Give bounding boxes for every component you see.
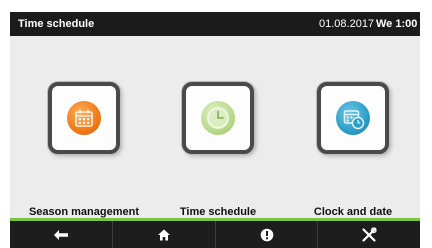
time-schedule-button[interactable] (182, 82, 254, 154)
clock-and-date-button[interactable] (317, 82, 389, 154)
date-display: 01.08.2017 (319, 18, 375, 30)
tools-icon (362, 227, 377, 242)
clock-and-date-label: Clock and date (313, 206, 393, 218)
calendar-clock-icon (336, 101, 370, 135)
back-arrow-icon (54, 229, 68, 240)
settings-button[interactable] (318, 221, 420, 248)
menu-tiles: Season management Time schedule Clock an… (10, 36, 420, 218)
info-button[interactable] (216, 221, 318, 248)
home-button[interactable] (113, 221, 216, 248)
calendar-icon (67, 101, 101, 135)
season-management-label: Season management (28, 206, 140, 218)
time-display: We 1:00 (376, 18, 418, 30)
info-icon (260, 228, 273, 241)
time-schedule-label: Time schedule (179, 206, 257, 218)
clock-icon (201, 101, 235, 135)
back-button[interactable] (10, 221, 113, 248)
home-icon (158, 229, 170, 240)
hmi-screen: Time schedule 01.08.2017 We 1:00 Season … (10, 12, 420, 248)
footer-nav (10, 218, 420, 248)
season-management-button[interactable] (48, 82, 120, 154)
page-title: Time schedule (18, 18, 95, 30)
header-bar: Time schedule 01.08.2017 We 1:00 (10, 12, 420, 36)
